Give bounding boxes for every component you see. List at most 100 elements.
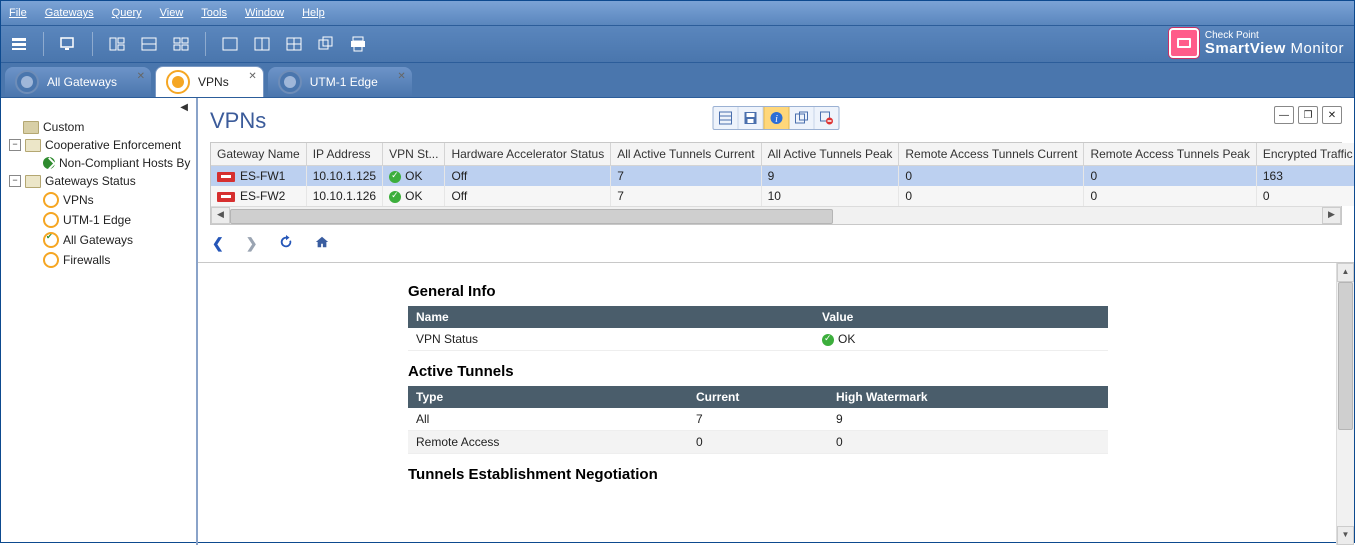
folder-icon xyxy=(23,121,39,134)
menu-window[interactable]: Window xyxy=(245,7,284,19)
list-view-icon[interactable] xyxy=(7,33,31,55)
tree-utm1[interactable]: UTM-1 Edge xyxy=(43,210,196,230)
split-h-icon[interactable] xyxy=(250,33,274,55)
col-gateway-name[interactable]: Gateway Name xyxy=(211,143,306,166)
detail-nav: ❮ ❯ xyxy=(198,225,1354,262)
tab-label: VPNs xyxy=(198,75,229,89)
folder-open-icon xyxy=(25,139,41,152)
col-value: Value xyxy=(814,306,1108,328)
table-row[interactable]: ES-FW210.10.1.126OKOff710000 xyxy=(211,186,1354,206)
table-row[interactable]: ES-FW110.10.1.125OKOff7900163 xyxy=(211,166,1354,187)
table-header-row: Gateway Name IP Address VPN St... Hardwa… xyxy=(211,143,1354,166)
window-controls: — ❐ ✕ xyxy=(1274,106,1342,124)
scroll-left-icon[interactable]: ◀ xyxy=(211,207,230,224)
col-type: Type xyxy=(408,386,688,408)
collapse-icon[interactable]: − xyxy=(9,175,21,187)
collapse-sidebar-icon[interactable]: ◀ xyxy=(180,102,188,113)
tree-coop[interactable]: −Cooperative Enforcement xyxy=(9,136,196,154)
ok-status-icon xyxy=(822,334,834,346)
tab-vpns[interactable]: VPNs ✕ xyxy=(155,66,264,97)
vertical-scrollbar[interactable]: ▲ ▼ xyxy=(1336,263,1354,545)
close-icon[interactable]: ✕ xyxy=(137,71,145,82)
menu-view[interactable]: View xyxy=(160,7,184,19)
menu-help[interactable]: Help xyxy=(302,7,325,19)
home-button[interactable] xyxy=(315,235,329,252)
col-active-peak[interactable]: All Active Tunnels Peak xyxy=(761,143,899,166)
brand-line2: SmartView Monitor xyxy=(1205,41,1344,56)
collapse-icon[interactable]: − xyxy=(9,139,21,151)
tree-all-gw[interactable]: All Gateways xyxy=(43,230,196,250)
tree-vpns[interactable]: VPNs xyxy=(43,190,196,210)
forward-button[interactable]: ❯ xyxy=(246,235,258,252)
scroll-right-icon[interactable]: ▶ xyxy=(1322,207,1341,224)
table-row: VPN Status OK xyxy=(408,328,1108,351)
cascade-icon[interactable] xyxy=(314,33,338,55)
tree-custom[interactable]: Custom xyxy=(9,118,196,136)
menu-tools[interactable]: Tools xyxy=(201,7,227,19)
print-icon[interactable] xyxy=(346,33,370,55)
menu-gateways[interactable]: Gateways xyxy=(45,7,94,19)
document-tabs: All Gateways ✕ VPNs ✕ UTM-1 Edge ✕ xyxy=(1,63,1354,98)
col-active-cur[interactable]: All Active Tunnels Current xyxy=(611,143,761,166)
scroll-thumb[interactable] xyxy=(1338,282,1353,430)
tab-utm-icon xyxy=(278,70,302,94)
ok-status-icon xyxy=(389,191,401,203)
tab-all-gateways[interactable]: All Gateways ✕ xyxy=(5,67,151,97)
tab-label: All Gateways xyxy=(47,75,117,89)
delete-view-icon[interactable] xyxy=(815,107,839,129)
minimize-button[interactable]: — xyxy=(1274,106,1294,124)
col-ra-peak[interactable]: Remote Access Tunnels Peak xyxy=(1084,143,1256,166)
col-name: Name xyxy=(408,306,814,328)
col-ra-cur[interactable]: Remote Access Tunnels Current xyxy=(899,143,1084,166)
layout2-icon[interactable] xyxy=(137,33,161,55)
save-icon[interactable] xyxy=(739,107,764,129)
horizontal-scrollbar[interactable]: ◀ ▶ xyxy=(211,206,1341,224)
tree-firewalls[interactable]: Firewalls xyxy=(43,250,196,270)
split-grid-icon[interactable] xyxy=(282,33,306,55)
col-hw-accel[interactable]: Hardware Accelerator Status xyxy=(445,143,611,166)
navigation-tree: ◀ Custom −Cooperative Enforcement Non-Co… xyxy=(1,98,198,545)
tunnels-neg-heading: Tunnels Establishment Negotiation xyxy=(408,466,1108,483)
gateway-icon xyxy=(217,192,235,202)
info-icon[interactable]: i xyxy=(764,107,790,129)
tab-label: UTM-1 Edge xyxy=(310,75,378,89)
col-ip[interactable]: IP Address xyxy=(306,143,382,166)
refresh-button[interactable] xyxy=(279,235,293,252)
table-row: Remote Access00 xyxy=(408,431,1108,454)
gateway-icon xyxy=(217,172,235,182)
active-tunnels-heading: Active Tunnels xyxy=(408,363,1108,380)
table-row: All79 xyxy=(408,408,1108,431)
single-pane-icon[interactable] xyxy=(218,33,242,55)
col-enc-throughput[interactable]: Encrypted Traffic Throughput C xyxy=(1256,143,1354,166)
new-window-icon[interactable] xyxy=(790,107,815,129)
scroll-down-icon[interactable]: ▼ xyxy=(1337,526,1354,545)
view-table-icon[interactable] xyxy=(714,107,739,129)
layout1-icon[interactable] xyxy=(105,33,129,55)
tab-utm1-edge[interactable]: UTM-1 Edge ✕ xyxy=(268,67,412,97)
close-icon[interactable]: ✕ xyxy=(248,71,256,82)
page-title: VPNs xyxy=(210,108,266,134)
tree-gw-status[interactable]: −Gateways Status xyxy=(9,172,196,190)
tree-noncompliant[interactable]: Non-Compliant Hosts By xyxy=(43,154,196,172)
tab-gateway-icon xyxy=(15,70,39,94)
close-icon[interactable]: ✕ xyxy=(397,71,405,82)
monitor-icon[interactable] xyxy=(56,33,80,55)
menu-query[interactable]: Query xyxy=(112,7,142,19)
close-button[interactable]: ✕ xyxy=(1322,106,1342,124)
view-toolbar: i xyxy=(713,106,840,130)
brand-logo-icon xyxy=(1169,28,1199,58)
gateway-table: Gateway Name IP Address VPN St... Hardwa… xyxy=(210,142,1342,225)
col-vpn-status[interactable]: VPN St... xyxy=(383,143,445,166)
vpn-icon xyxy=(43,212,59,228)
restore-button[interactable]: ❐ xyxy=(1298,106,1318,124)
scroll-thumb[interactable] xyxy=(230,209,833,224)
general-info-heading: General Info xyxy=(408,283,1108,300)
tab-vpn-icon xyxy=(166,70,190,94)
grid-icon[interactable] xyxy=(169,33,193,55)
menu-file[interactable]: File xyxy=(9,7,27,19)
detail-panel: General Info NameValue VPN Status OK Act… xyxy=(198,263,1336,545)
noncompliant-icon xyxy=(43,157,55,169)
back-button[interactable]: ❮ xyxy=(212,235,224,252)
scroll-up-icon[interactable]: ▲ xyxy=(1337,263,1354,282)
col-current: Current xyxy=(688,386,828,408)
